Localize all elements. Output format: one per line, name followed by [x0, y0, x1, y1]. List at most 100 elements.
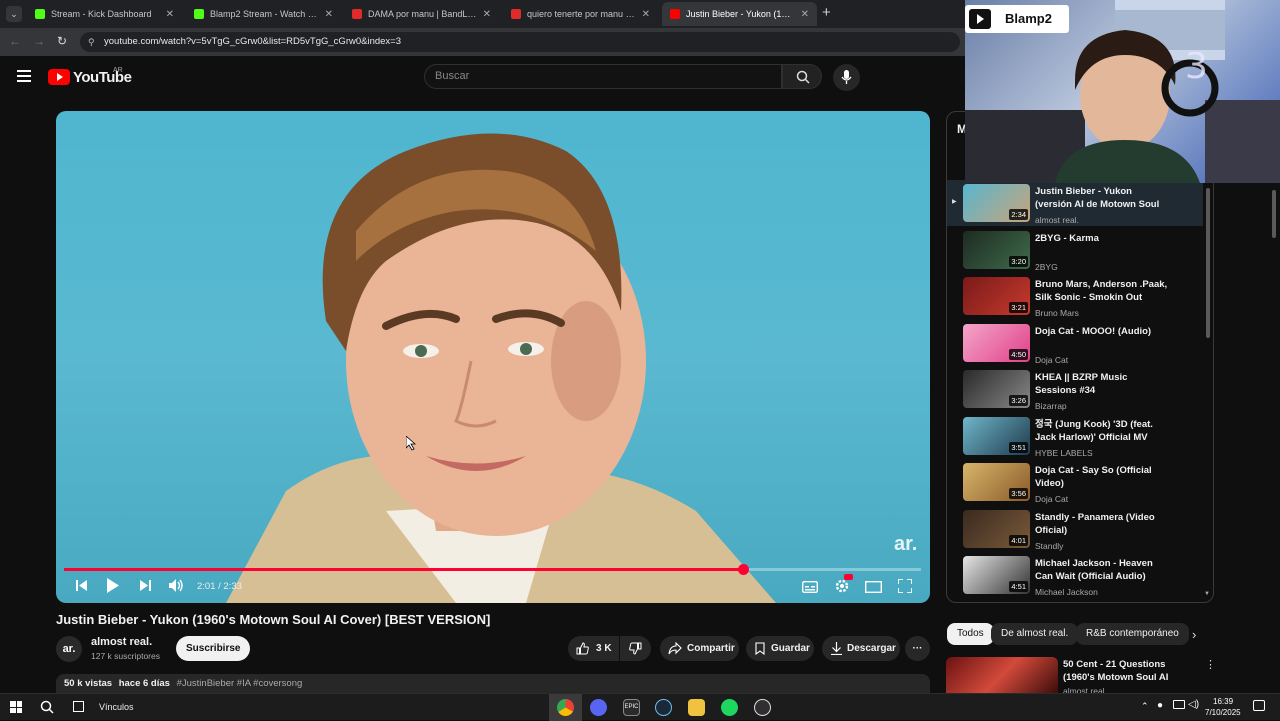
reload-button[interactable]: ↻ [57, 34, 67, 48]
playlist-item[interactable]: Doja Cat - Hot Pink Sessions: [947, 603, 1203, 604]
spotify-icon[interactable] [721, 699, 738, 716]
channel-name[interactable]: almost real. [91, 636, 152, 648]
volume-button[interactable] [169, 579, 184, 595]
video-player[interactable]: ar. [56, 111, 930, 603]
playlist-item[interactable]: 3:21 Bruno Mars, Anderson .Paak, Silk Son… [947, 277, 1203, 323]
browser-tab[interactable]: DAMA por manu | BandLab ✕ [344, 2, 499, 26]
download-button[interactable]: Descargar [822, 636, 900, 661]
chrome-icon[interactable] [557, 699, 574, 716]
network-icon[interactable] [1173, 700, 1185, 709]
tab-close-icon[interactable]: ✕ [642, 9, 650, 20]
fullscreen-button[interactable] [897, 578, 913, 596]
dislike-button[interactable] [620, 636, 651, 661]
playlist-item-title[interactable]: Doja Cat - Say So (Official Video) [1035, 464, 1169, 490]
tab-close-icon[interactable]: ✕ [166, 9, 174, 20]
new-tab-button[interactable]: + [822, 5, 831, 21]
playlist-item-title[interactable]: Bruno Mars, Anderson .Paak, Silk Sonic -… [1035, 278, 1169, 304]
epic-games-icon[interactable]: EPIC [623, 699, 640, 716]
playlist-thumbnail[interactable]: 4:50 [963, 323, 1030, 362]
like-button[interactable]: 3 K [568, 636, 619, 661]
subscribe-button[interactable]: Suscribirse [176, 636, 251, 661]
playlist-item-title[interactable]: 정국 (Jung Kook) '3D (feat. Jack Harlow)' … [1035, 418, 1169, 444]
tray-overflow-icon[interactable]: ⌃ [1141, 701, 1149, 712]
page-scrollbar[interactable] [1272, 190, 1276, 238]
browser-tab[interactable]: Blamp2 Stream - Watch Live on ✕ [186, 2, 341, 26]
file-explorer-icon[interactable] [688, 699, 705, 716]
share-button[interactable]: Compartir [660, 636, 739, 661]
save-button[interactable]: Guardar [746, 636, 814, 661]
play-button[interactable] [106, 578, 120, 596]
tab-close-icon[interactable]: ✕ [325, 9, 333, 20]
tab-close-icon[interactable]: ✕ [483, 9, 491, 20]
playlist-thumbnail[interactable]: 4:01 [963, 509, 1030, 548]
forward-button[interactable]: → [33, 34, 45, 48]
playlist-scrollbar[interactable] [1206, 188, 1210, 338]
playlist-item[interactable]: ▶ 2:34 Justin Bieber - Yukon (versión AI d… [947, 180, 1203, 226]
recommended-thumbnail[interactable] [946, 657, 1058, 693]
steam-icon[interactable] [655, 699, 672, 716]
playlist-item-title[interactable]: KHEA || BZRP Music Sessions #34 [1035, 371, 1169, 397]
playlist-item[interactable]: 3:20 2BYG - Karma 2BYG [947, 230, 1203, 277]
playlist-item-title[interactable]: 2BYG - Karma [1035, 232, 1169, 245]
chip-all[interactable]: Todos [947, 623, 994, 645]
links-toolbar-label[interactable]: Vínculos [99, 702, 134, 712]
browser-tab[interactable]: Stream - Kick Dashboard ✕ [27, 2, 182, 26]
obs-icon[interactable] [754, 699, 771, 716]
playlist-thumbnail[interactable]: 3:20 [963, 230, 1030, 269]
playlist-thumbnail[interactable]: 3:51 [963, 416, 1030, 455]
volume-tray-icon[interactable]: ◁) [1188, 699, 1199, 710]
recommended-menu-icon[interactable]: ⋮ [1205, 658, 1216, 671]
previous-button[interactable] [75, 579, 88, 595]
playlist-item-title[interactable]: Doja Cat - MOOO! (Audio) [1035, 325, 1169, 338]
chips-next-icon[interactable]: › [1192, 627, 1196, 642]
tab-close-icon[interactable]: ✕ [801, 9, 809, 20]
next-button[interactable] [139, 579, 152, 595]
hashtags[interactable]: #JustinBieber #IA #coversong [177, 678, 303, 689]
search-button[interactable] [782, 64, 822, 89]
playlist-thumbnail[interactable]: 2:34 [963, 184, 1030, 222]
windows-start-icon[interactable] [10, 701, 22, 713]
discord-icon[interactable] [590, 699, 607, 716]
chip-channel[interactable]: De almost real. [991, 623, 1079, 645]
browser-tab[interactable]: Justin Bieber - Yukon (1960's M ✕ [662, 2, 817, 26]
url-field[interactable]: ⚲ youtube.com/watch?v=5vTgG_cGrw0&list=R… [80, 32, 960, 52]
playlist-item[interactable]: 4:51 Michael Jackson - Heaven Can Wait (O… [947, 556, 1203, 602]
voice-search-button[interactable] [833, 64, 860, 91]
clock-time[interactable]: 16:39 [1213, 697, 1233, 706]
playlist-thumbnail[interactable] [963, 603, 1030, 604]
theater-mode-button[interactable] [864, 580, 883, 596]
progress-bar[interactable] [64, 564, 921, 575]
microphone-tray-icon[interactable]: ● [1157, 700, 1163, 711]
search-input[interactable]: Buscar [424, 64, 782, 89]
playlist-thumbnail[interactable]: 3:21 [963, 277, 1030, 315]
chip-genre[interactable]: R&B contemporáneo [1076, 623, 1189, 645]
more-actions-button[interactable]: ··· [905, 636, 930, 661]
browser-tab[interactable]: quiero tenerte por manu | Band ✕ [503, 2, 658, 26]
playlist-item-title[interactable]: Justin Bieber - Yukon (versión AI de Mot… [1035, 185, 1169, 211]
playlist-item-title[interactable]: Michael Jackson - Heaven Can Wait (Offic… [1035, 557, 1169, 583]
progress-scrubber[interactable] [737, 564, 749, 575]
site-info-icon[interactable]: ⚲ [88, 32, 95, 52]
playlist-thumbnail[interactable]: 4:51 [963, 556, 1030, 594]
notifications-icon[interactable] [1253, 700, 1265, 711]
playlist-thumbnail[interactable]: 3:56 [963, 463, 1030, 501]
description-box[interactable]: 50 k vistas hace 6 días #JustinBieber #I… [56, 674, 930, 693]
search-taskbar-icon[interactable] [40, 700, 54, 714]
recommended-title[interactable]: 50 Cent - 21 Questions (1960's Motown So… [1063, 658, 1198, 684]
playlist-item[interactable]: 3:26 KHEA || BZRP Music Sessions #34 Bizar… [947, 370, 1203, 416]
playlist-thumbnail[interactable]: 3:26 [963, 370, 1030, 408]
playlist-item[interactable]: 4:01 Standly - Panamera (Video Oficial) St… [947, 509, 1203, 556]
channel-avatar[interactable]: ar. [56, 636, 82, 662]
playlist-item[interactable]: 4:50 Doja Cat - MOOO! (Audio) Doja Cat [947, 323, 1203, 370]
scroll-down-icon[interactable]: ▼ [1204, 591, 1210, 597]
back-button[interactable]: ← [9, 34, 21, 48]
playlist-item-title[interactable]: Standly - Panamera (Video Oficial) [1035, 511, 1169, 537]
task-view-icon[interactable] [73, 701, 84, 712]
playlist-item[interactable]: 3:51 정국 (Jung Kook) '3D (feat. Jack Harlo… [947, 416, 1203, 463]
subtitles-button[interactable] [801, 580, 819, 596]
playlist-item[interactable]: 3:56 Doja Cat - Say So (Official Video) Do… [947, 463, 1203, 509]
clock-date[interactable]: 7/10/2025 [1205, 708, 1241, 717]
tab-search-dropdown[interactable]: ⌄ [6, 6, 22, 22]
menu-icon[interactable] [17, 70, 31, 82]
settings-button[interactable] [834, 574, 853, 597]
